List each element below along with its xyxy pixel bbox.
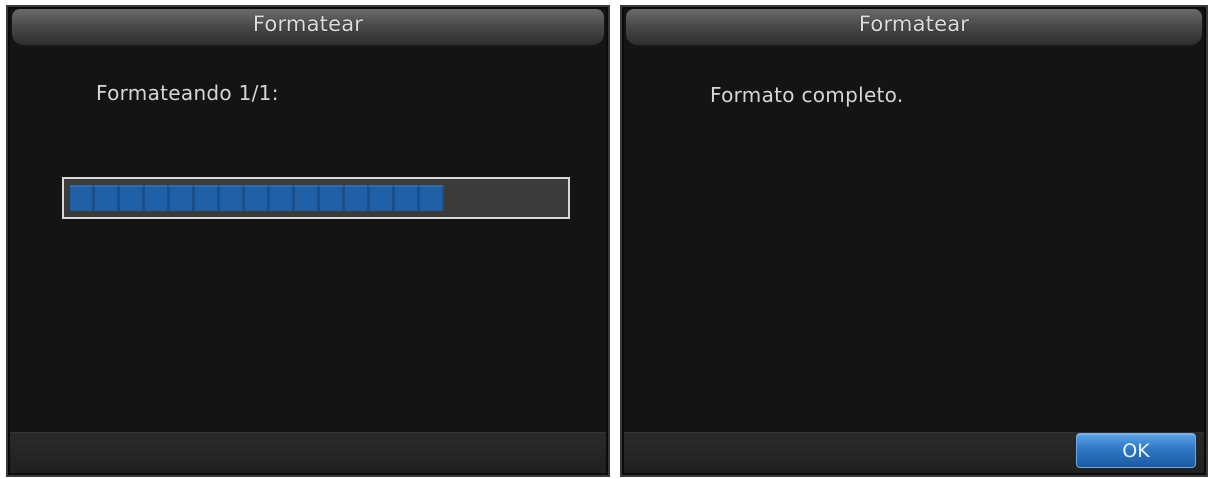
- dialog-title-bar: Formatear: [12, 9, 604, 46]
- ok-button[interactable]: OK: [1076, 433, 1196, 468]
- dialog-bottom-bar: [10, 432, 606, 473]
- format-dialog-in-progress: Formatear Formateando 1/1:: [6, 5, 610, 477]
- dialog-title: Formatear: [858, 12, 970, 36]
- dialog-title-bar: Formatear: [626, 9, 1202, 46]
- format-progress-bar: [62, 177, 570, 219]
- format-dialog-complete: Formatear Formato completo. OK: [620, 5, 1208, 477]
- dialog-bottom-bar: OK: [624, 432, 1204, 473]
- format-progress-fill: [70, 185, 444, 211]
- format-complete-message: Formato completo.: [710, 83, 904, 107]
- formatting-status-message: Formateando 1/1:: [96, 81, 279, 105]
- dialog-title: Formatear: [252, 12, 364, 36]
- screenshot-stage: Formatear Formateando 1/1: Formatear For…: [0, 0, 1212, 479]
